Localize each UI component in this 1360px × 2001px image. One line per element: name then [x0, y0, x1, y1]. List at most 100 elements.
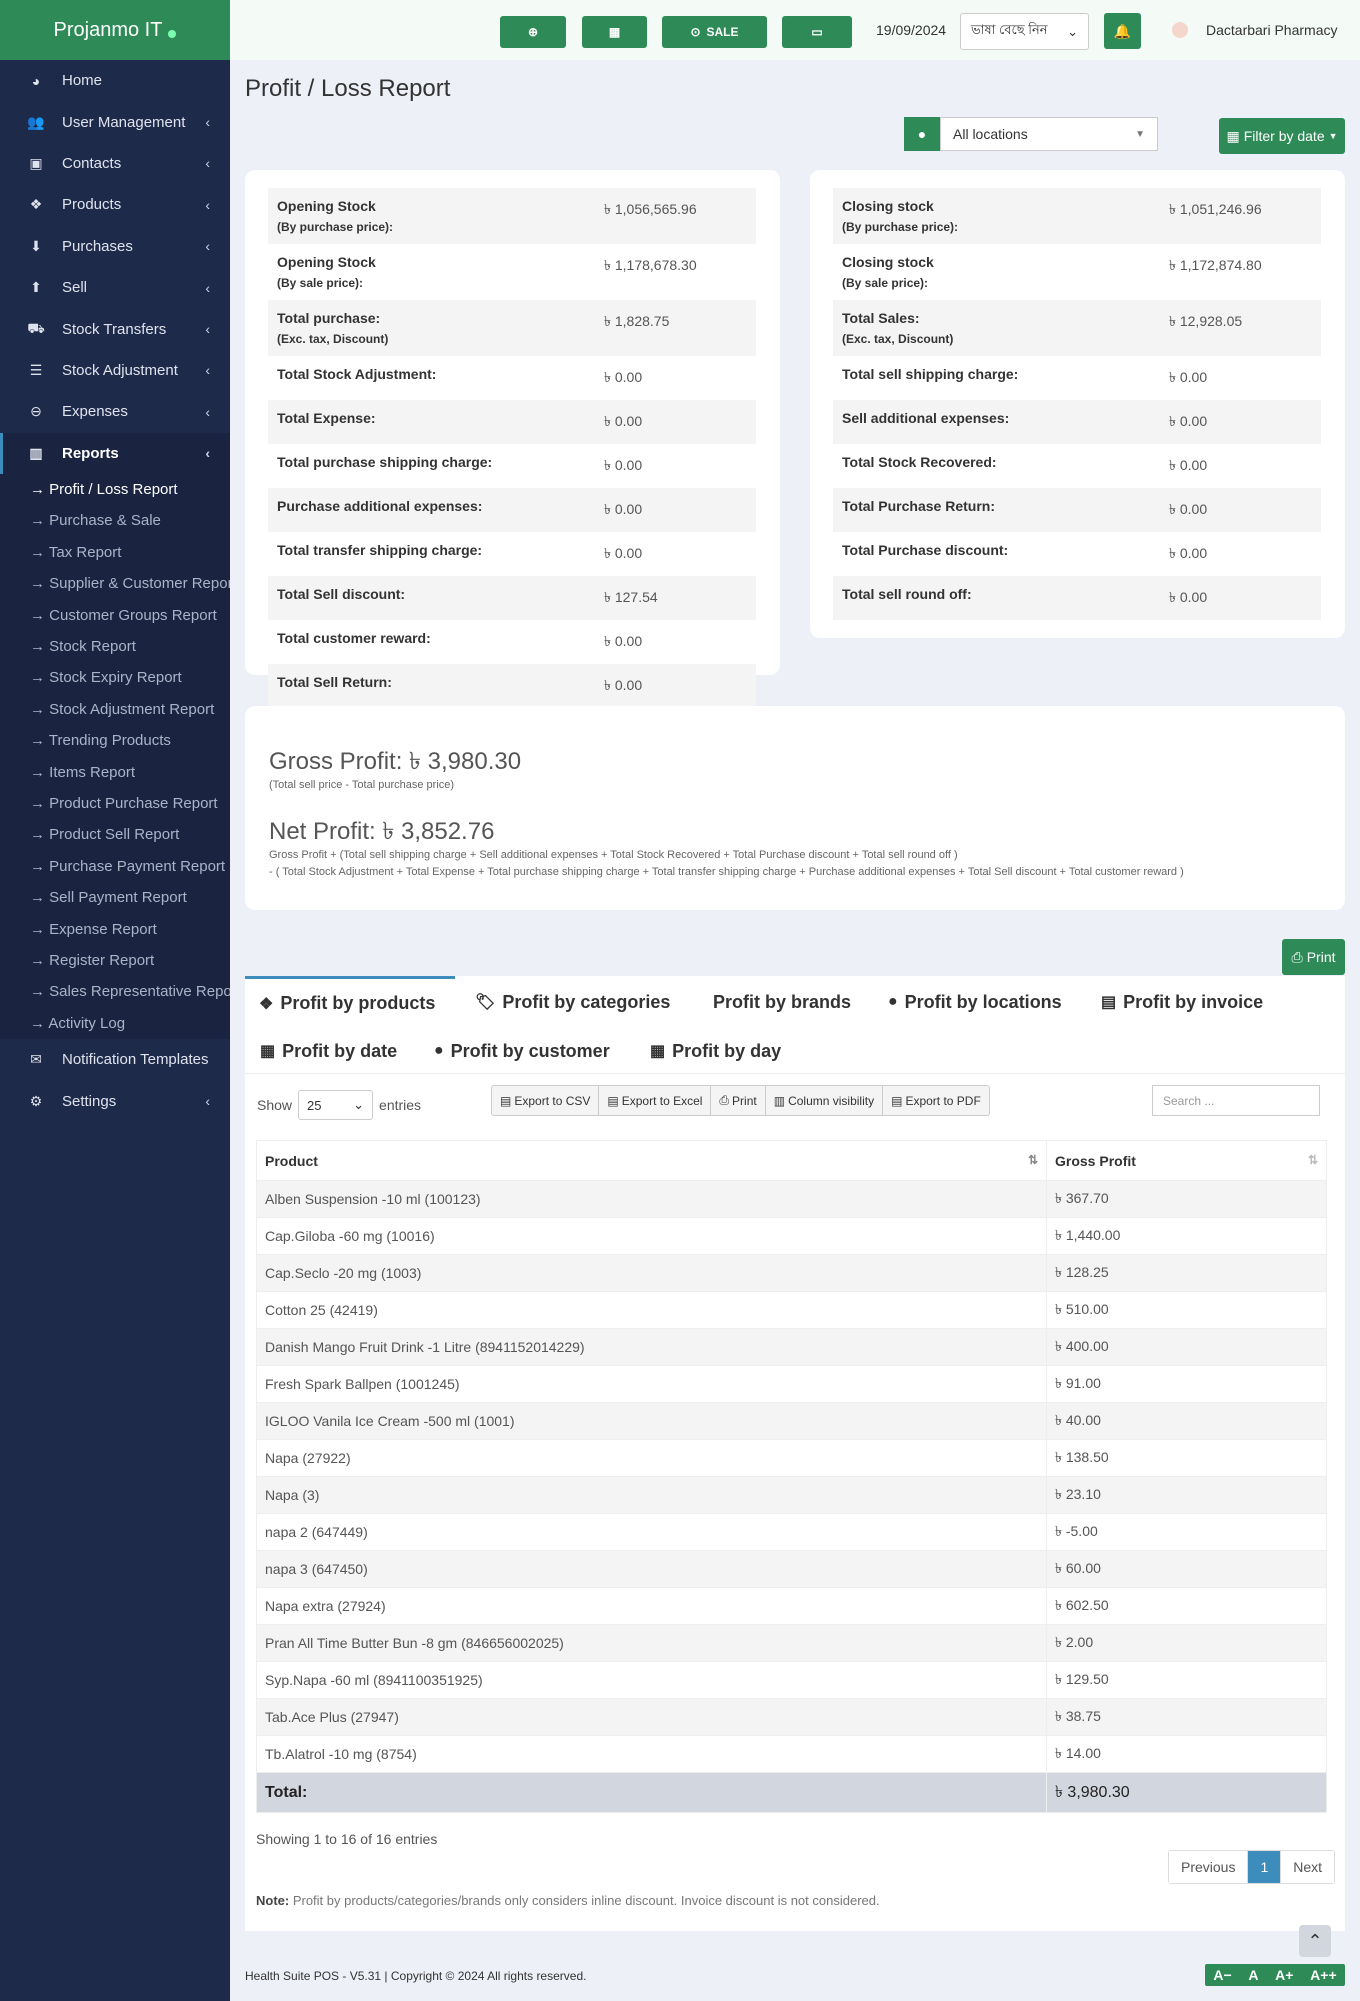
- add-button[interactable]: ⊕: [500, 16, 566, 48]
- font-increase-button[interactable]: A+: [1275, 1967, 1293, 1983]
- tab-profit-by-invoice[interactable]: ▤ Profit by invoice: [1101, 976, 1263, 1028]
- sub-item-trending-products[interactable]: → Trending Products: [0, 725, 230, 756]
- sidebar-item-products[interactable]: ❖ Products ‹: [0, 184, 230, 225]
- total-value: ৳ 3,980.30: [1046, 1772, 1327, 1813]
- tab-profit-by-day[interactable]: ▦ Profit by day: [650, 1025, 781, 1077]
- stat-row: Total Sell Return: ৳ 0.00: [268, 664, 756, 708]
- left-stats-table: Opening Stock (By purchase price): ৳ 1,056…: [268, 188, 756, 708]
- export-excel-button[interactable]: ▤ Export to Excel: [599, 1086, 712, 1115]
- sidebar-item-sell[interactable]: ⬆ Sell ‹: [0, 267, 230, 308]
- minus-circle-icon: ⊖: [30, 403, 42, 420]
- sub-item-register-report[interactable]: → Register Report: [0, 945, 230, 976]
- stat-label: Sell additional expenses:: [842, 410, 1169, 434]
- stat-label: Total Stock Recovered:: [842, 454, 1169, 478]
- font-reset-button[interactable]: A: [1248, 1967, 1258, 1983]
- sub-item-product-sell[interactable]: → Product Sell Report: [0, 819, 230, 850]
- sub-item-supplier-customer[interactable]: → Supplier & Customer Report: [0, 568, 230, 599]
- cash-button[interactable]: ▭: [782, 16, 852, 48]
- calculator-button[interactable]: ▦: [582, 16, 647, 48]
- product-cell: napa 3 (647450): [256, 1550, 1047, 1588]
- sub-item-stock-adjustment[interactable]: → Stock Adjustment Report: [0, 694, 230, 725]
- notifications-button[interactable]: 🔔: [1104, 13, 1141, 49]
- sub-item-items-report[interactable]: → Items Report: [0, 756, 230, 787]
- address-book-icon: ▣: [29, 154, 43, 171]
- sub-item-profit-loss[interactable]: → Profit / Loss Report: [0, 474, 230, 505]
- sort-asc-icon: ⇅: [1027, 1152, 1038, 1167]
- language-select[interactable]: ভাষা বেছে নিন ⌄: [960, 13, 1089, 50]
- sidebar-item-home[interactable]: ◕ Home: [0, 60, 230, 101]
- font-decrease-button[interactable]: A−: [1213, 1967, 1231, 1983]
- sidebar-item-reports[interactable]: ▥ Reports ‹: [0, 432, 230, 474]
- sub-item-customer-groups[interactable]: → Customer Groups Report: [0, 599, 230, 630]
- tab-profit-by-date[interactable]: ▦ Profit by date: [260, 1025, 397, 1077]
- sidebar-item-settings[interactable]: ⚙ Settings ‹: [0, 1080, 230, 1121]
- user-menu[interactable]: Dactarbari Pharmacy: [1172, 22, 1338, 38]
- table-info: Showing 1 to 16 of 16 entries: [256, 1831, 438, 1847]
- table-row: Napa (27922) ৳ 138.50: [256, 1439, 1327, 1477]
- sub-item-purchase-payment[interactable]: → Purchase Payment Report: [0, 851, 230, 882]
- sub-item-purchase-sale[interactable]: → Purchase & Sale: [0, 505, 230, 536]
- map-marker-icon: ●: [888, 993, 898, 1010]
- export-csv-button[interactable]: ▤ Export to CSV: [492, 1086, 600, 1115]
- stat-value: ৳ 0.00: [1169, 369, 1208, 385]
- gross-profit-cell: ৳ 2.00: [1046, 1624, 1327, 1662]
- sub-item-sell-payment[interactable]: → Sell Payment Report: [0, 882, 230, 913]
- sub-item-activity-log[interactable]: → Activity Log: [0, 1008, 230, 1039]
- next-page-button[interactable]: Next: [1281, 1851, 1335, 1883]
- sidebar-item-expenses[interactable]: ⊖ Expenses ‹: [0, 391, 230, 432]
- page-1-button[interactable]: 1: [1248, 1851, 1282, 1883]
- tabs-divider: [245, 1073, 1345, 1074]
- stat-row: Total purchase: (Exc. tax, Discount) ৳ 1,8…: [268, 300, 756, 356]
- print-table-button[interactable]: ⎙ Print: [711, 1086, 766, 1115]
- sub-item-tax-report[interactable]: → Tax Report: [0, 537, 230, 568]
- scroll-to-top-button[interactable]: ⌃: [1299, 1925, 1331, 1957]
- stat-label: Total sell shipping charge:: [842, 366, 1169, 390]
- sidebar-item-stock-transfers[interactable]: ⛟ Stock Transfers ‹: [0, 308, 230, 349]
- sidebar-item-purchases[interactable]: ⬇ Purchases ‹: [0, 226, 230, 267]
- tab-profit-by-products[interactable]: ❖ Profit by products: [245, 976, 455, 1028]
- product-cell: IGLOO Vanila Ice Cream -500 ml (1001): [256, 1402, 1047, 1440]
- sub-item-product-purchase[interactable]: → Product Purchase Report: [0, 788, 230, 819]
- stat-row: Total Stock Recovered: ৳ 0.00: [833, 444, 1321, 488]
- sidebar-item-contacts[interactable]: ▣ Contacts ‹: [0, 143, 230, 184]
- sidebar-item-stock-adjustment[interactable]: ☰ Stock Adjustment ‹: [0, 350, 230, 391]
- location-select[interactable]: All locations ▼: [940, 117, 1158, 151]
- column-header-product[interactable]: Product ⇅: [256, 1140, 1047, 1181]
- stat-label-text: Total purchase:: [277, 310, 381, 326]
- product-cell: Danish Mango Fruit Drink -1 Litre (89411…: [256, 1328, 1047, 1366]
- table-row: Tab.Ace Plus (27947) ৳ 38.75: [256, 1698, 1327, 1736]
- stat-label: Total transfer shipping charge:: [277, 542, 604, 566]
- tab-profit-by-brands[interactable]: Profit by brands: [713, 976, 851, 1028]
- stat-value: ৳ 0.00: [1169, 457, 1208, 473]
- stat-row: Total Purchase Return: ৳ 0.00: [833, 488, 1321, 532]
- sort-icon: ⇅: [1307, 1152, 1318, 1167]
- previous-page-button[interactable]: Previous: [1169, 1851, 1249, 1883]
- sub-item-stock-report[interactable]: → Stock Report: [0, 631, 230, 662]
- stat-row: Total Purchase discount: ৳ 0.00: [833, 532, 1321, 576]
- tab-profit-by-locations[interactable]: ● Profit by locations: [888, 976, 1062, 1028]
- column-header-gross-profit[interactable]: Gross Profit ⇅: [1046, 1140, 1327, 1181]
- sub-item-sales-representative[interactable]: → Sales Representative Report: [0, 976, 230, 1007]
- tab-profit-by-customer[interactable]: ● Profit by customer: [434, 1025, 610, 1077]
- search-input[interactable]: Search ...: [1152, 1085, 1320, 1116]
- stat-row: Opening Stock (By purchase price): ৳ 1,056…: [268, 188, 756, 244]
- column-visibility-button[interactable]: ▥ Column visibility: [766, 1086, 884, 1115]
- stat-value: ৳ 0.00: [604, 633, 643, 649]
- pos-sale-button[interactable]: ⊙ SALE: [662, 16, 767, 48]
- sidebar-item-notification-templates[interactable]: ✉ Notification Templates: [0, 1039, 230, 1080]
- font-increase-more-button[interactable]: A++: [1310, 1967, 1336, 1983]
- stat-label: Total Expense:: [277, 410, 604, 434]
- print-button[interactable]: ⎙ Print: [1282, 939, 1345, 975]
- export-pdf-button[interactable]: ▤ Export to PDF: [883, 1086, 989, 1115]
- stat-label: Total purchase shipping charge:: [277, 454, 604, 478]
- sub-item-stock-expiry[interactable]: → Stock Expiry Report: [0, 662, 230, 693]
- filter-by-date-button[interactable]: ▦ Filter by date ▼: [1219, 118, 1345, 154]
- entries-select[interactable]: 25 ⌄: [298, 1090, 374, 1120]
- stat-value: ৳ 0.00: [604, 457, 643, 473]
- brand[interactable]: Projanmo IT: [0, 0, 230, 60]
- sidebar-item-user-management[interactable]: 👥 User Management ‹: [0, 101, 230, 142]
- location-filter[interactable]: ● All locations ▼: [904, 117, 1158, 151]
- sub-item-expense-report[interactable]: → Expense Report: [0, 913, 230, 944]
- stat-label-text: Total Sales:: [842, 310, 920, 326]
- tab-profit-by-categories[interactable]: 🏷 Profit by categories: [475, 976, 670, 1028]
